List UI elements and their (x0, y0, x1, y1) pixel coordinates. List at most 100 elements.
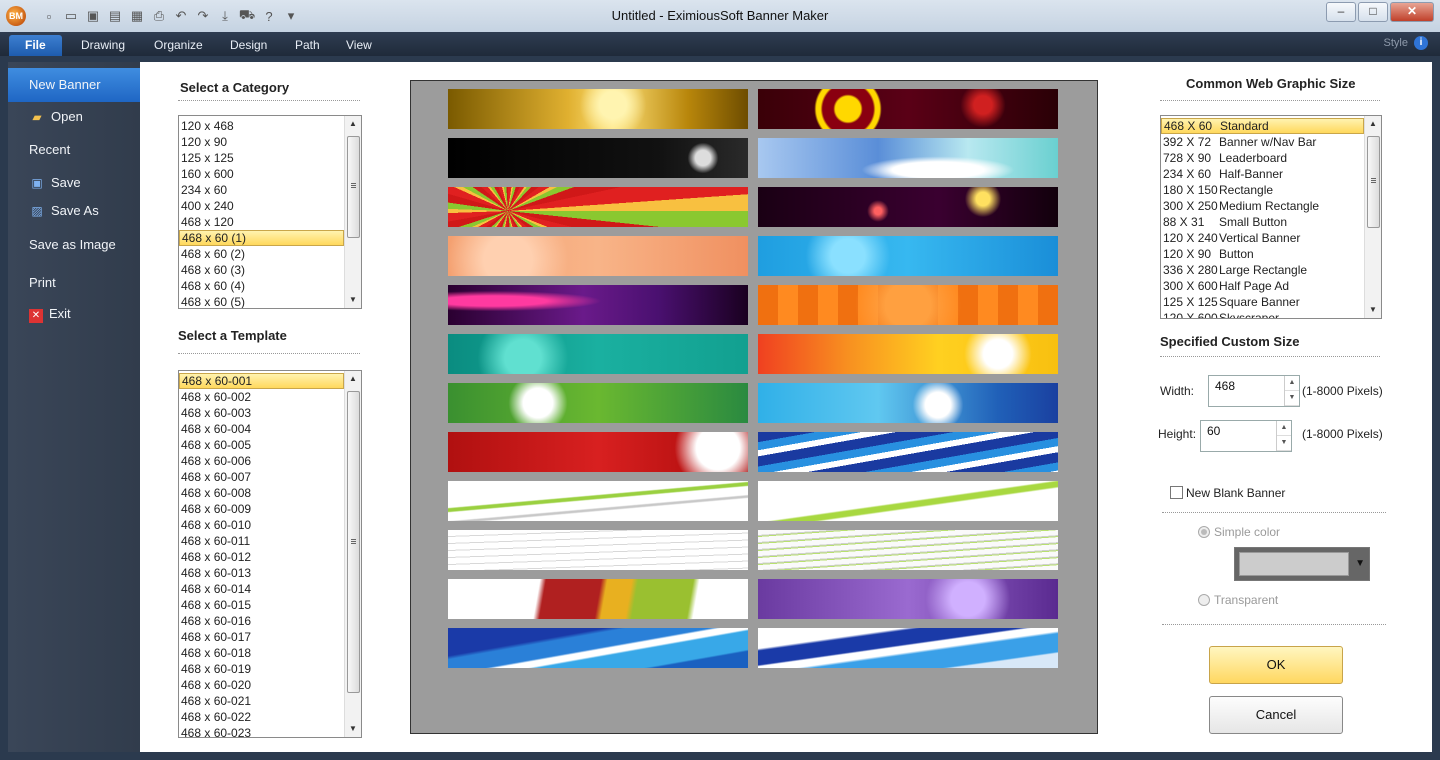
size-scrollbar[interactable]: ▲ ▼ (1364, 116, 1381, 318)
size-list-item[interactable]: 392 X 72 Banner w/Nav Bar (1161, 134, 1364, 150)
list-item[interactable]: 234 x 60 (179, 182, 344, 198)
nav-exit[interactable]: ✕ Exit (8, 302, 140, 326)
banner-thumbnail[interactable] (448, 285, 748, 325)
scroll-up-icon[interactable]: ▲ (1365, 116, 1381, 132)
nav-recent[interactable]: Recent (8, 138, 140, 162)
list-item[interactable]: 468 x 60-006 (179, 453, 344, 469)
height-spinner[interactable]: 60 ▲ ▼ (1200, 420, 1292, 452)
cancel-button[interactable]: Cancel (1209, 696, 1343, 734)
tab-view[interactable]: View (336, 35, 382, 56)
transparent-radio[interactable] (1198, 594, 1210, 606)
scroll-down-icon[interactable]: ▼ (345, 292, 361, 308)
category-list[interactable]: 120 x 468 120 x 90 125 x 125 160 x 600 234 x… (178, 115, 362, 309)
size-list-item[interactable]: 300 X 600Half Page Ad (1161, 278, 1364, 294)
size-list-item[interactable]: 234 X 60 Half-Banner (1161, 166, 1364, 182)
list-item[interactable]: 468 x 60-008 (179, 485, 344, 501)
banner-thumbnail[interactable] (758, 89, 1058, 129)
transparent-label[interactable]: Transparent (1214, 593, 1278, 607)
banner-thumbnail[interactable] (758, 579, 1058, 619)
spin-down-icon[interactable]: ▼ (1277, 436, 1291, 451)
size-list[interactable]: 468 X 60 Standard 392 X 72 Banner w/Nav Bar… (1160, 115, 1382, 319)
list-item[interactable]: 468 x 60-022 (179, 709, 344, 725)
banner-thumbnail[interactable] (448, 530, 748, 570)
nav-save-as-image[interactable]: Save as Image (8, 233, 140, 257)
banner-thumbnail[interactable] (758, 530, 1058, 570)
template-preview[interactable] (410, 80, 1098, 734)
minimize-button[interactable]: – (1326, 2, 1356, 22)
list-item[interactable]: 468 x 60-017 (179, 629, 344, 645)
banner-thumbnail[interactable] (758, 628, 1058, 668)
banner-thumbnail[interactable] (448, 383, 748, 423)
list-item[interactable]: 468 x 60-013 (179, 565, 344, 581)
banner-thumbnail[interactable] (448, 236, 748, 276)
color-dropdown[interactable]: ▼ (1234, 547, 1370, 581)
list-item[interactable]: 468 x 60 (5) (179, 294, 344, 308)
list-item[interactable]: 468 x 60-011 (179, 533, 344, 549)
tab-design[interactable]: Design (220, 35, 277, 56)
list-item[interactable]: 468 x 60-009 (179, 501, 344, 517)
banner-thumbnail[interactable] (448, 579, 748, 619)
banner-thumbnail[interactable] (448, 89, 748, 129)
banner-thumbnail[interactable] (758, 481, 1058, 521)
list-item[interactable]: 468 x 60-012 (179, 549, 344, 565)
scroll-down-icon[interactable]: ▼ (345, 721, 361, 737)
nav-print[interactable]: Print (8, 271, 140, 295)
tab-path[interactable]: Path (285, 35, 330, 56)
spin-down-icon[interactable]: ▼ (1285, 391, 1299, 406)
ok-button[interactable]: OK (1209, 646, 1343, 684)
list-item[interactable]: 468 x 60-016 (179, 613, 344, 629)
nav-save[interactable]: ▣ Save (8, 171, 140, 195)
size-list-item[interactable]: 120 X 240Vertical Banner (1161, 230, 1364, 246)
info-icon[interactable]: i (1414, 36, 1428, 50)
width-spinner[interactable]: 468 ▲ ▼ (1208, 375, 1300, 407)
banner-thumbnail[interactable] (448, 628, 748, 668)
banner-thumbnail[interactable] (758, 285, 1058, 325)
scroll-thumb[interactable] (347, 136, 360, 238)
banner-thumbnail[interactable] (758, 187, 1058, 227)
banner-thumbnail[interactable] (758, 236, 1058, 276)
list-item[interactable]: 468 x 60-010 (179, 517, 344, 533)
scroll-up-icon[interactable]: ▲ (345, 371, 361, 387)
size-list-item[interactable]: 728 X 90 Leaderboard (1161, 150, 1364, 166)
spin-up-icon[interactable]: ▲ (1277, 421, 1291, 436)
list-item[interactable]: 468 x 120 (179, 214, 344, 230)
size-list-item[interactable]: 468 X 60 Standard (1161, 118, 1364, 134)
simple-color-radio[interactable] (1198, 526, 1210, 538)
banner-thumbnail[interactable] (758, 383, 1058, 423)
size-list-item[interactable]: 336 X 280Large Rectangle (1161, 262, 1364, 278)
banner-thumbnail[interactable] (448, 481, 748, 521)
list-item[interactable]: 468 x 60-021 (179, 693, 344, 709)
simple-color-label[interactable]: Simple color (1214, 525, 1280, 539)
list-item[interactable]: 468 x 60 (1) (179, 230, 344, 246)
tab-file[interactable]: File (9, 35, 62, 56)
style-menu[interactable]: Style (1384, 37, 1408, 49)
list-item[interactable]: 120 x 90 (179, 134, 344, 150)
list-item[interactable]: 468 x 60-019 (179, 661, 344, 677)
banner-thumbnail[interactable] (758, 138, 1058, 178)
template-scrollbar[interactable]: ▲ ▼ (344, 371, 361, 737)
scroll-thumb[interactable] (347, 391, 360, 693)
list-item[interactable]: 125 x 125 (179, 150, 344, 166)
template-list[interactable]: 468 x 60-001 468 x 60-002 468 x 60-003 468 … (178, 370, 362, 738)
category-scrollbar[interactable]: ▲ ▼ (344, 116, 361, 308)
tab-drawing[interactable]: Drawing (71, 35, 135, 56)
new-blank-label[interactable]: New Blank Banner (1186, 486, 1285, 500)
size-list-item[interactable]: 120 X 90 Button (1161, 246, 1364, 262)
banner-thumbnail[interactable] (448, 334, 748, 374)
scroll-up-icon[interactable]: ▲ (345, 116, 361, 132)
banner-thumbnail[interactable] (448, 187, 748, 227)
banner-thumbnail[interactable] (448, 138, 748, 178)
close-button[interactable]: ✕ (1390, 2, 1434, 22)
list-item[interactable]: 468 x 60 (4) (179, 278, 344, 294)
banner-thumbnail[interactable] (758, 432, 1058, 472)
nav-open[interactable]: ▰ Open (8, 105, 140, 129)
maximize-button[interactable]: □ (1358, 2, 1388, 22)
spin-up-icon[interactable]: ▲ (1285, 376, 1299, 391)
chevron-down-icon[interactable]: ▼ (1355, 558, 1365, 569)
new-blank-checkbox[interactable] (1170, 486, 1183, 499)
list-item[interactable]: 468 x 60-001 (179, 373, 344, 389)
list-item[interactable]: 468 x 60-007 (179, 469, 344, 485)
list-item[interactable]: 468 x 60-004 (179, 421, 344, 437)
list-item[interactable]: 468 x 60-015 (179, 597, 344, 613)
scroll-down-icon[interactable]: ▼ (1365, 302, 1381, 318)
